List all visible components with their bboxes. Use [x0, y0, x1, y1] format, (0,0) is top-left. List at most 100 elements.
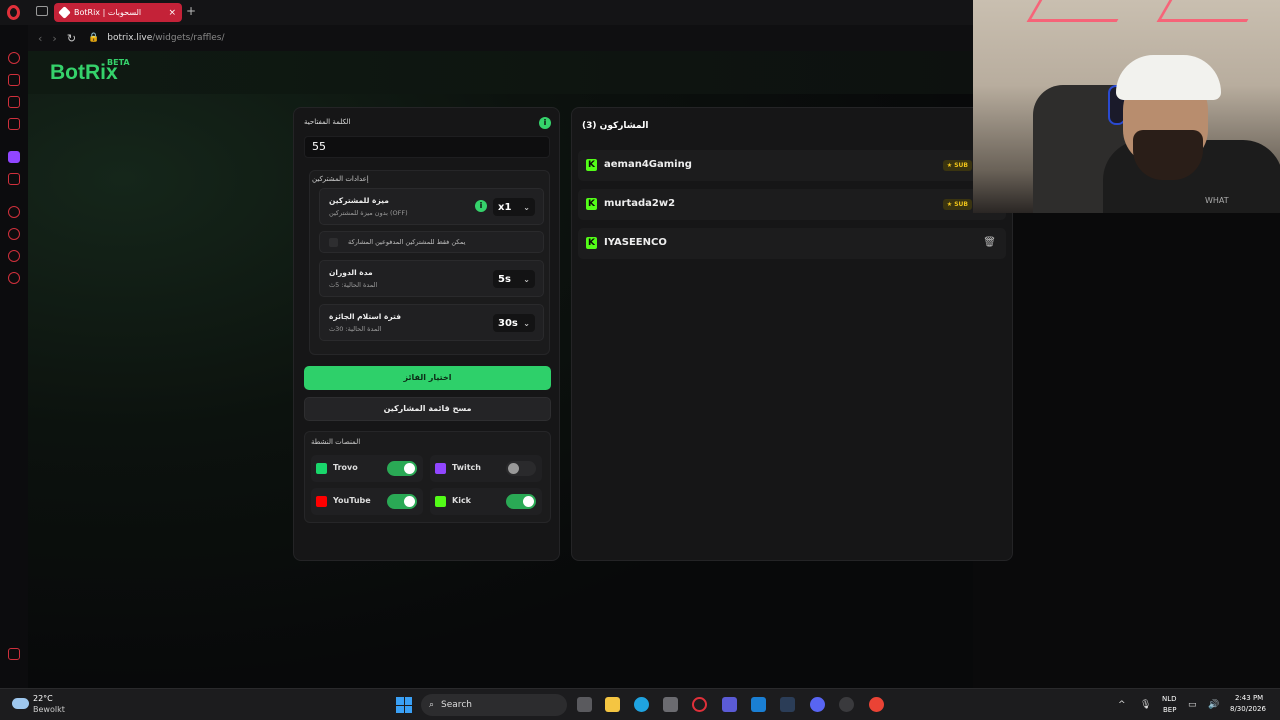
new-tab-button[interactable]: +: [186, 4, 196, 18]
platform-kick: Kick: [430, 488, 542, 515]
chevron-down-icon: ⌄: [523, 318, 530, 328]
app-icon[interactable]: [751, 697, 766, 712]
chevron-down-icon: ⌄: [523, 202, 530, 212]
platform-trovo: Trovo: [311, 455, 423, 482]
store-icon[interactable]: [663, 697, 678, 712]
tab-islands-icon[interactable]: [36, 6, 48, 16]
messenger-icon[interactable]: [8, 118, 20, 130]
botrix-favicon-icon: [58, 6, 71, 19]
forward-icon[interactable]: ›: [52, 32, 56, 45]
claim-period-row: فترة استلام الجائزة المدة الحالية: 30ث 3…: [319, 304, 544, 341]
url-host: botrix.live: [107, 33, 153, 43]
task-view-icon[interactable]: [577, 697, 592, 712]
kick-icon: K: [586, 159, 597, 171]
tab-close-icon[interactable]: ×: [168, 8, 176, 18]
discord-icon[interactable]: [810, 697, 825, 712]
list-item[interactable]: K IYASEENCO 🗑: [578, 228, 1006, 259]
chevron-up-icon[interactable]: ^: [1118, 700, 1126, 710]
shirt-text: WHAT: [1205, 196, 1229, 205]
app-header: BotRix BETA: [28, 51, 973, 94]
twitch-icon: [435, 463, 446, 474]
weather-temp[interactable]: 22°C: [33, 694, 53, 703]
file-explorer-icon[interactable]: [605, 697, 620, 712]
participants-panel: المشاركون (3) K aeman4Gaming ★ SUB K mur…: [571, 107, 1013, 561]
opera-logo-icon[interactable]: [7, 5, 20, 20]
search-label: Search: [441, 700, 472, 710]
browser-tab-botrix[interactable]: BotRix | السحوبات ×: [54, 3, 182, 22]
microphone-icon[interactable]: 🎙: [1140, 700, 1151, 710]
spin-duration-value: 5s: [498, 273, 511, 285]
steam-icon[interactable]: [780, 697, 795, 712]
cloud-icon[interactable]: [12, 698, 29, 709]
reload-icon[interactable]: ↻: [67, 32, 76, 45]
subscriber-bonus-subtitle: بدون ميزة للمشتركين (OFF): [329, 209, 408, 217]
paid-only-label: يمكن فقط للمشتركين المدفوعين المشاركة: [348, 238, 466, 246]
list-item[interactable]: K murtada2w2 ★ SUB: [578, 189, 1006, 220]
youtube-toggle[interactable]: [387, 494, 417, 509]
beard: [1133, 130, 1203, 180]
lang-top[interactable]: NLD: [1162, 695, 1177, 703]
webcam-overlay: WHAT: [973, 0, 1280, 213]
subscriber-bonus-info-icon[interactable]: i: [475, 200, 487, 212]
instagram-icon[interactable]: [8, 96, 20, 108]
whatsapp-icon[interactable]: [8, 250, 20, 262]
trovo-toggle[interactable]: [387, 461, 417, 476]
clock-date[interactable]: 8/30/2026: [1230, 705, 1266, 713]
participants-header: المشاركون (3): [582, 121, 649, 131]
chrome-icon[interactable]: [869, 697, 884, 712]
speaker-icon[interactable]: 🔊: [1208, 700, 1219, 710]
aria-icon[interactable]: [8, 52, 20, 64]
twitch-icon[interactable]: [8, 151, 20, 163]
opera-icon[interactable]: [692, 697, 707, 712]
cap: [1116, 55, 1221, 100]
botrix-page: BotRix BETA الكلمة المفتاحية i 55 إعدادا…: [28, 51, 1013, 688]
lang-bottom[interactable]: BEP: [1163, 706, 1176, 714]
platform-name: Kick: [452, 496, 472, 505]
trash-icon[interactable]: 🗑: [983, 237, 996, 248]
pick-winner-button[interactable]: اختيار الفائز: [304, 366, 551, 390]
url-path: /widgets/raffles/: [152, 33, 225, 43]
discount-icon[interactable]: [8, 173, 20, 185]
extensions-icon[interactable]: [8, 648, 20, 660]
trovo-icon: [316, 463, 327, 474]
settings-icon[interactable]: [8, 272, 20, 284]
claim-period-title: فترة استلام الجائزة: [329, 312, 402, 321]
back-icon[interactable]: ‹: [38, 32, 42, 45]
platform-youtube: YouTube: [311, 488, 423, 515]
clear-participants-button[interactable]: مسح قائمة المشاركين: [304, 397, 551, 421]
url-field[interactable]: botrix.live/widgets/raffles/: [107, 33, 224, 43]
info-icon[interactable]: i: [539, 117, 551, 129]
player-icon[interactable]: [8, 206, 20, 218]
clock-time[interactable]: 2:43 PM: [1235, 694, 1263, 702]
kick-icon: [435, 496, 446, 507]
beta-badge: BETA: [107, 58, 130, 67]
weather-desc[interactable]: Bewolkt: [33, 705, 65, 714]
history-icon[interactable]: [8, 228, 20, 240]
claim-period-select[interactable]: 30s ⌄: [493, 314, 535, 332]
edge-icon[interactable]: [634, 697, 649, 712]
shopping-icon[interactable]: [8, 74, 20, 86]
kick-toggle[interactable]: [506, 494, 536, 509]
subscriber-bonus-row: ميزة للمشتركين بدون ميزة للمشتركين (OFF)…: [319, 188, 544, 225]
keyword-input[interactable]: 55: [304, 136, 550, 158]
subscriber-bonus-title: ميزة للمشتركين: [329, 196, 389, 205]
subscriber-settings: إعدادات المشتركين ميزة للمشتركين بدون مي…: [309, 170, 550, 355]
subscriber-bonus-select[interactable]: x1 ⌄: [493, 198, 535, 216]
platform-name: Trovo: [333, 463, 358, 472]
spin-duration-select[interactable]: 5s ⌄: [493, 270, 535, 288]
address-bar: ‹ › ↻ 🔒 botrix.live/widgets/raffles/: [28, 25, 973, 51]
claim-period-subtitle: المدة الحالية: 30ث: [329, 325, 382, 333]
chatgpt-icon[interactable]: [839, 697, 854, 712]
taskbar-search[interactable]: ⌕ Search: [421, 694, 567, 716]
windows-start-icon[interactable]: [396, 697, 412, 713]
display-icon[interactable]: ▭: [1188, 700, 1197, 710]
participant-name: murtada2w2: [604, 198, 676, 209]
active-platforms: المنصات النشطة Trovo Twitch YouTube Kick: [304, 431, 551, 523]
twitch-toggle[interactable]: [506, 461, 536, 476]
app-icon[interactable]: [722, 697, 737, 712]
lock-icon[interactable]: 🔒: [88, 33, 99, 43]
platform-name: Twitch: [452, 463, 481, 472]
tab-title: BotRix | السحوبات: [74, 8, 142, 17]
list-item[interactable]: K aeman4Gaming ★ SUB: [578, 150, 1006, 181]
paid-only-checkbox[interactable]: [329, 238, 338, 247]
